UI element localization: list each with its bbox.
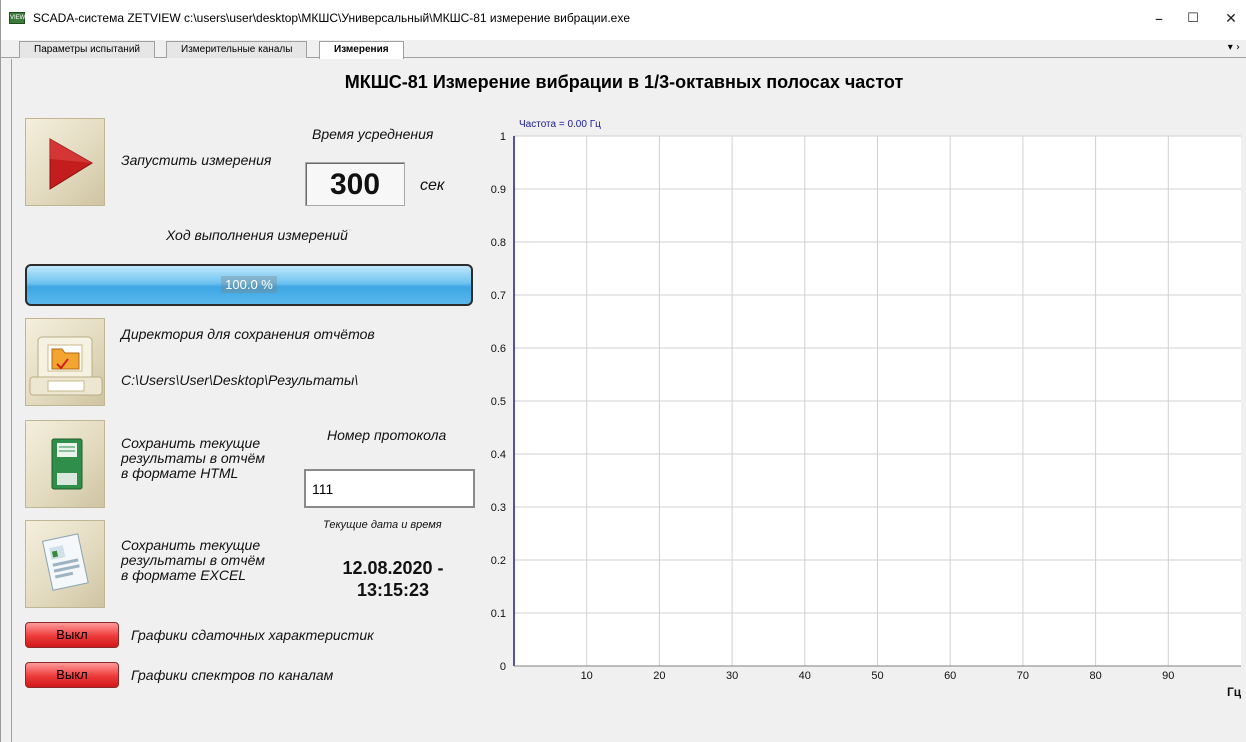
tab-test-parameters[interactable]: Параметры испытаний xyxy=(19,41,155,58)
progress-percent: 100.0 % xyxy=(27,266,471,304)
progress-label: Ход выполнения измерений xyxy=(166,227,348,243)
charts-acceptance-label: Графики сдаточных характеристик xyxy=(131,627,374,643)
chart-y-tick-label: 0.3 xyxy=(491,502,506,514)
chart-x-tick-label: 40 xyxy=(799,670,811,682)
spreadsheet-document-icon xyxy=(41,533,89,591)
progress-percent-text: 100.0 % xyxy=(221,276,277,293)
save-excel-button[interactable] xyxy=(25,520,105,608)
chart-x-tick-label: 90 xyxy=(1162,670,1174,682)
chart-y-tick-label: 0 xyxy=(500,661,506,673)
avg-time-label: Время усреднения xyxy=(312,126,434,142)
avg-time-unit: сек xyxy=(420,177,445,194)
page-title: МКШС-81 Измерение вибрации в 1/3-октавны… xyxy=(344,72,904,92)
progress-bar: 100.0 % xyxy=(25,264,473,306)
spectrum-chart[interactable]: 10 20 30 40 50 60 70 80 90 0 0.1 0.2 0.3 0.4 0.5 0.6 0.7… xyxy=(481,118,1246,718)
close-button[interactable]: ✕ xyxy=(1216,6,1246,32)
chart-x-unit: Гц xyxy=(1227,685,1242,699)
chart-y-tick-label: 0.9 xyxy=(491,184,506,196)
chart-y-tick-label: 0.2 xyxy=(491,555,506,567)
current-datetime: 12.08.2020 - 13:15:23 xyxy=(342,558,444,600)
charts-acceptance-toggle-button[interactable]: Выкл xyxy=(25,622,119,648)
save-html-button[interactable] xyxy=(25,420,105,508)
chart-x-tick-label: 20 xyxy=(653,670,665,682)
datetime-caption: Текущие дата и время xyxy=(323,519,442,531)
title-bar: VIEW SCADA-система ZETVIEW c:\users\user… xyxy=(1,0,1246,40)
play-icon xyxy=(49,138,93,190)
chart-x-tick-label: 60 xyxy=(944,670,956,682)
chart-y-tick-label: 0.8 xyxy=(491,237,506,249)
charts-spectra-toggle-button[interactable]: Выкл xyxy=(25,662,119,688)
directory-path: C:\Users\User\Desktop\Результаты\ xyxy=(121,372,359,388)
chart-x-tick-label: 10 xyxy=(581,670,593,682)
chart-y-tick-label: 1 xyxy=(500,131,506,143)
protocol-number-label: Номер протокола xyxy=(327,427,447,443)
chart-x-tick-label: 30 xyxy=(726,670,738,682)
chart-y-tick-label: 0.1 xyxy=(491,608,506,620)
chart-x-tick-label: 70 xyxy=(1017,670,1029,682)
save-html-label: Сохранить текущие результаты в отчём в ф… xyxy=(121,435,265,481)
tab-measurement-channels[interactable]: Измерительные каналы xyxy=(166,41,308,58)
tab-measurements[interactable]: Измерения xyxy=(319,41,404,59)
chart-x-tick-label: 50 xyxy=(871,670,883,682)
chart-y-tick-label: 0.4 xyxy=(491,449,506,461)
chart-y-tick-label: 0.5 xyxy=(491,396,506,408)
directory-label: Директория для сохранения отчётов xyxy=(121,326,375,342)
tab-strip: Параметры испытаний Измерительные каналы… xyxy=(1,40,1246,59)
window-title: SCADA-система ZETVIEW c:\users\user\desk… xyxy=(33,11,630,25)
floppy-disk-icon xyxy=(51,438,83,490)
start-measurement-button[interactable] xyxy=(25,118,105,206)
start-measurement-label: Запустить измерения xyxy=(121,152,272,168)
app-icon: VIEW xyxy=(9,12,25,24)
chart-y-tick-label: 0.6 xyxy=(491,343,506,355)
maximize-button[interactable]: ☐ xyxy=(1178,6,1208,32)
charts-spectra-label: Графики спектров по каналам xyxy=(131,667,334,683)
tab-list-dropdown-icon[interactable]: ▾ › xyxy=(1228,42,1240,53)
minimize-button[interactable]: – xyxy=(1144,6,1174,32)
choose-directory-button[interactable] xyxy=(25,318,105,406)
save-excel-label: Сохранить текущие результаты в отчём в ф… xyxy=(121,537,265,583)
chart-x-tick-label: 80 xyxy=(1089,670,1101,682)
chart-frequency-readout: Частота = 0.00 Гц xyxy=(519,119,601,130)
chart-y-tick-label: 0.7 xyxy=(491,290,506,302)
app-window: VIEW SCADA-система ZETVIEW c:\users\user… xyxy=(0,0,1246,742)
folder-icon xyxy=(29,336,103,396)
protocol-number-input[interactable] xyxy=(304,469,475,508)
avg-time-value[interactable]: 300 xyxy=(305,162,405,206)
